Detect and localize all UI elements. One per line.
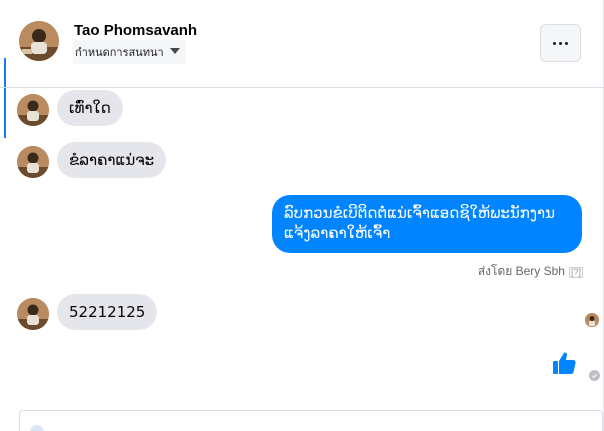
message-bubble-incoming[interactable]: ເທົ່າໃດ: [57, 90, 123, 126]
composer-icon: [30, 425, 44, 431]
help-link[interactable]: [?]: [568, 267, 583, 278]
more-horizontal-icon: [553, 41, 556, 45]
message-line: ລົບກວນຂໍເບີຕິດຕໍ່ແນ່ເຈົ້າແອດຊິໃຫ້ພະນັກງາ…: [284, 204, 556, 222]
sent-by-text: ส่งโดย Bery Sbh: [477, 264, 565, 278]
read-receipt-avatar: [585, 313, 599, 327]
conversation-status-dropdown[interactable]: กำหนดการสนทนา: [73, 40, 186, 64]
sender-avatar: [17, 298, 49, 330]
conversation-status-label: กำหนดการสนทนา: [75, 46, 164, 59]
thumbs-up-icon[interactable]: [551, 350, 577, 376]
sender-avatar: [17, 94, 49, 126]
more-options-button[interactable]: [540, 24, 581, 62]
message-line: ແຈ້ງລາຄາໃຫ້ເຈົ້າ: [284, 224, 391, 242]
contact-avatar[interactable]: [19, 21, 59, 61]
contact-name[interactable]: Tao Phomsavanh: [74, 22, 197, 39]
message-bubble-outgoing[interactable]: ລົບກວນຂໍເບີຕິດຕໍ່ແນ່ເຈົ້າແອດຊິໃຫ້ພະນັກງາ…: [272, 195, 582, 253]
sender-avatar: [17, 146, 49, 178]
check-circle-icon: [589, 370, 600, 381]
message-bubble-incoming[interactable]: ຂໍລາຄາແນ່ຈະ: [57, 142, 167, 178]
message-composer[interactable]: [19, 410, 603, 431]
message-bubble-incoming[interactable]: 52212125: [57, 294, 158, 330]
conversation-header: Tao Phomsavanh กำหนดการสนทนา: [0, 0, 604, 88]
sent-by-label: ส่งโดย Bery Sbh [?]: [478, 262, 583, 281]
caret-down-icon: [169, 48, 180, 54]
